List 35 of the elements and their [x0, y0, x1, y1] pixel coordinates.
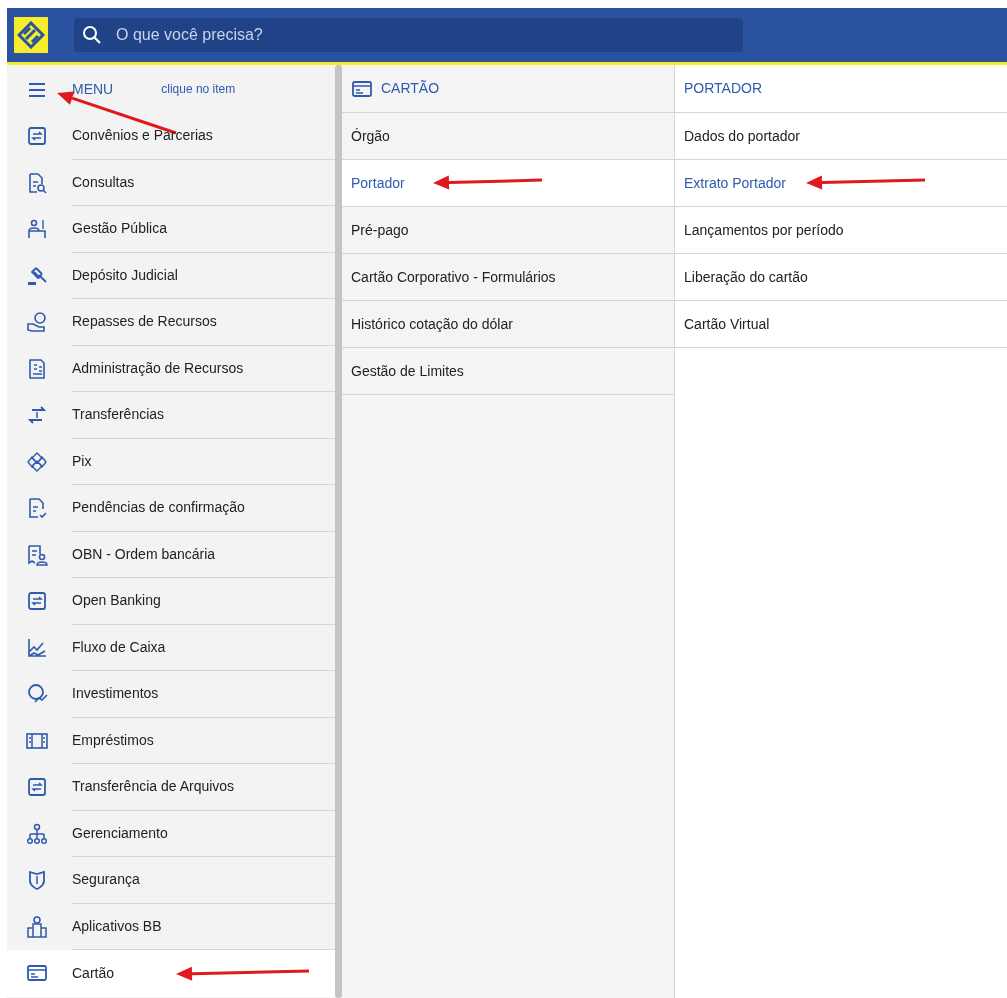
transfer-icon	[25, 776, 48, 799]
submenu-title: CARTÃO	[381, 79, 440, 98]
submenu-item[interactable]: Pré-pago	[342, 207, 674, 254]
detail-title: PORTADOR	[684, 79, 763, 98]
submenu-item[interactable]: Gestão de Limites	[342, 348, 674, 395]
detail-item[interactable]: Cartão Virtual	[675, 301, 1007, 348]
menu-item[interactable]: Open Banking	[7, 578, 335, 625]
menu-item[interactable]: Administração de Recursos	[7, 345, 335, 392]
search-icon	[82, 25, 102, 45]
transfer-icon	[25, 590, 48, 613]
receipt-person-icon	[25, 543, 48, 566]
submenu-item[interactable]: Portador	[342, 160, 674, 207]
submenu-item[interactable]: Cartão Corporativo - Formulários	[342, 254, 674, 301]
detail-item[interactable]: Lançamentos por período	[675, 207, 1007, 254]
diamond-pattern-icon	[25, 450, 48, 473]
menu-item[interactable]: Transferência de Arquivos	[7, 764, 335, 811]
coin-hand-icon	[25, 311, 48, 334]
menu-hint: clique no item	[161, 81, 236, 98]
menu-item[interactable]: Convênios e Parcerias	[7, 113, 335, 160]
menu-item[interactable]: OBN - Ordem bancária	[7, 531, 335, 578]
detail-item[interactable]: Liberação do cartão	[675, 254, 1007, 301]
menu-item[interactable]: Gerenciamento	[7, 810, 335, 857]
transfer-icon	[25, 125, 48, 148]
search-field[interactable]: O que você precisa?	[74, 18, 743, 52]
line-chart-icon	[25, 636, 48, 659]
submenu-item[interactable]: Histórico cotação do dólar	[342, 301, 674, 348]
hierarchy-icon	[25, 822, 48, 845]
menu-item[interactable]: Empréstimos	[7, 717, 335, 764]
people-icon	[25, 218, 48, 241]
menu-title: MENU	[72, 79, 114, 99]
scrollbar[interactable]	[335, 65, 342, 998]
gavel-icon	[25, 264, 48, 287]
building-icon	[25, 915, 48, 938]
menu-item[interactable]: Cartão	[7, 950, 335, 997]
bank-logo[interactable]	[14, 17, 48, 53]
